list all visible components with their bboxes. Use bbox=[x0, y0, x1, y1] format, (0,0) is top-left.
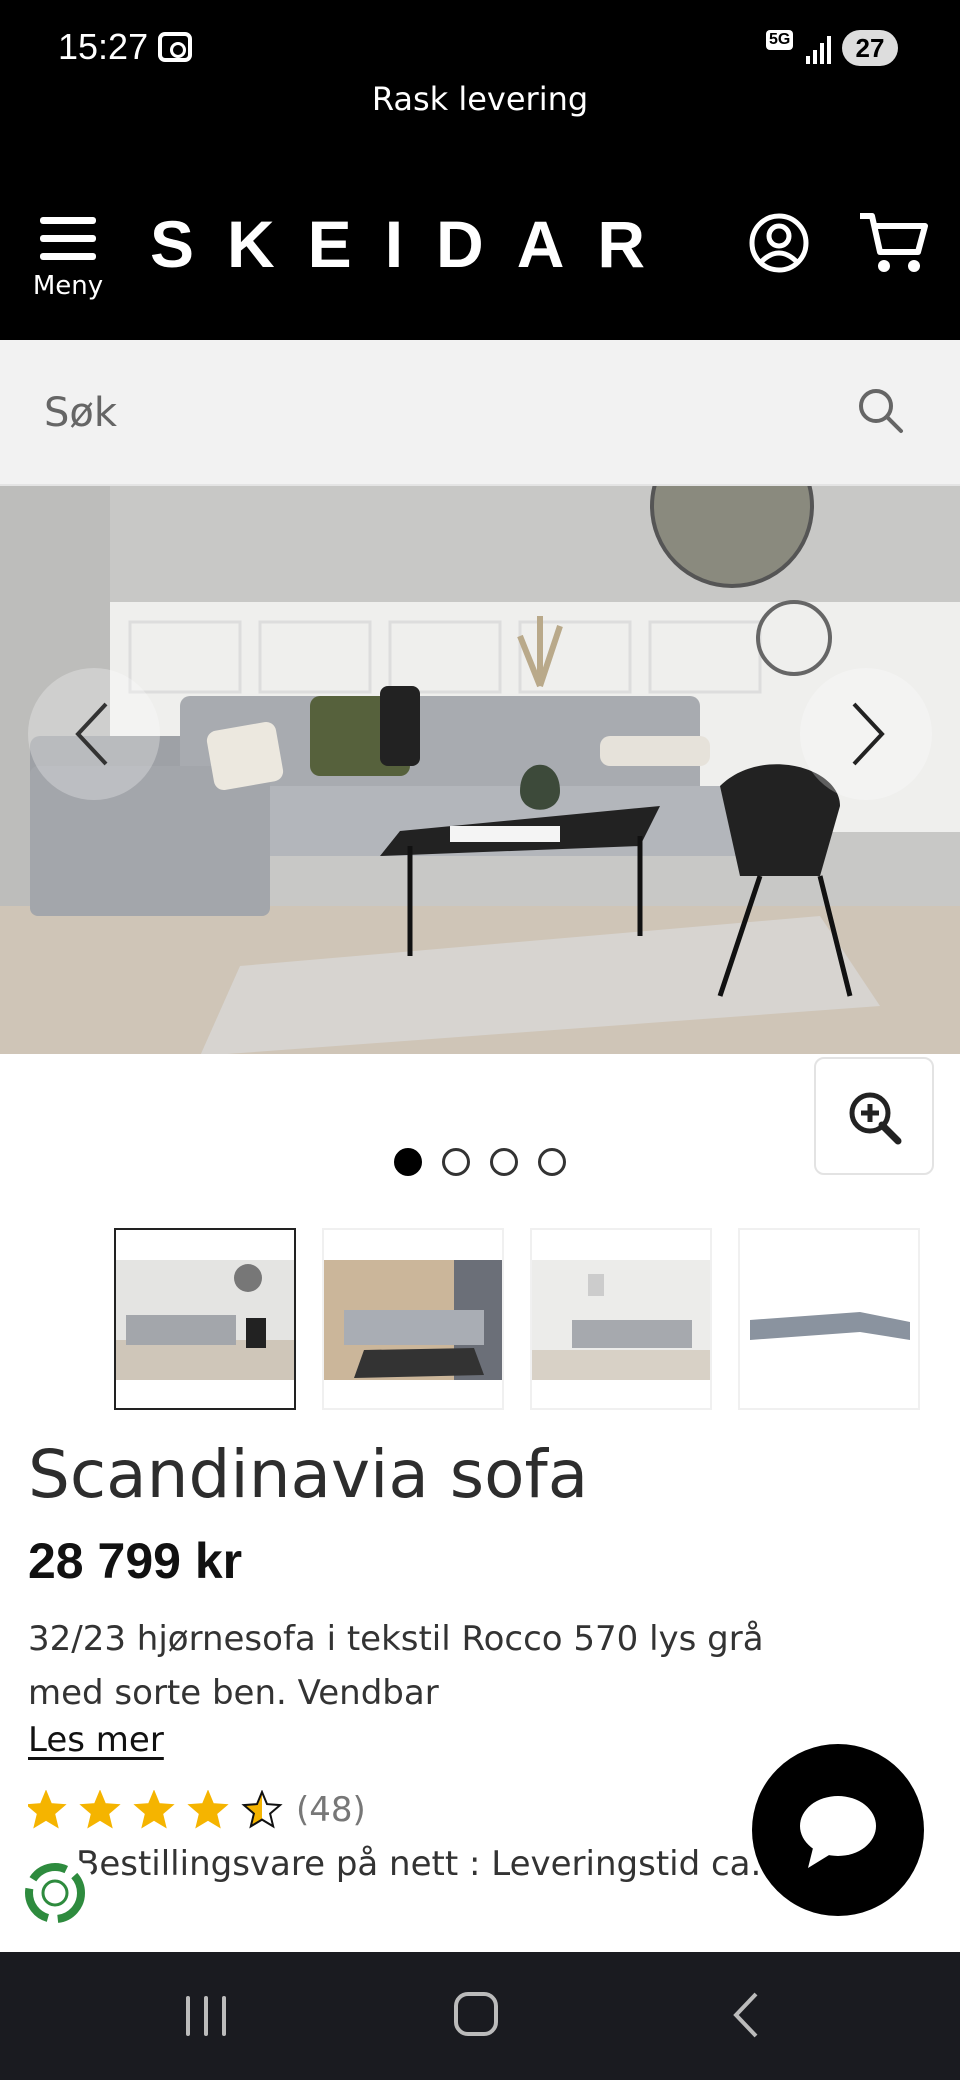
menu-label: Meny bbox=[32, 271, 104, 301]
star-icon-3 bbox=[133, 1790, 175, 1829]
zoom-in-icon bbox=[849, 1092, 902, 1145]
shopping-cart-icon[interactable] bbox=[858, 210, 928, 276]
delivery-info: Bestillingsvare på nett : Leveringstid c… bbox=[76, 1844, 776, 1884]
gallery-dot-1[interactable] bbox=[394, 1148, 422, 1176]
thumbnail-1[interactable] bbox=[114, 1228, 296, 1410]
recycle-icon[interactable] bbox=[14, 1852, 96, 1934]
network-type-icon: 5G bbox=[766, 30, 794, 50]
star-icon-2 bbox=[79, 1790, 121, 1829]
system-navigation-bar bbox=[0, 1952, 960, 2080]
screen-record-icon bbox=[158, 32, 192, 62]
recent-apps-icon[interactable] bbox=[186, 1996, 230, 2036]
thumbnail-2[interactable] bbox=[322, 1228, 504, 1410]
star-icon-4 bbox=[187, 1790, 229, 1829]
thumbnail-strip bbox=[0, 1228, 960, 1410]
gallery-dot-2[interactable] bbox=[442, 1148, 470, 1176]
chevron-right-icon bbox=[852, 702, 885, 766]
site-header: Meny SKEIDAR bbox=[0, 122, 960, 340]
back-button-icon[interactable] bbox=[730, 1990, 760, 2040]
product-price: 28 799 kr bbox=[28, 1533, 243, 1589]
promo-banner[interactable]: Rask levering bbox=[0, 76, 960, 122]
product-title: Scandinavia sofa bbox=[28, 1436, 589, 1513]
chevron-left-icon bbox=[75, 702, 108, 766]
gallery-prev-button[interactable] bbox=[28, 668, 160, 800]
star-icon-5 bbox=[241, 1790, 283, 1829]
star-icon-1 bbox=[28, 1790, 67, 1829]
user-circle-icon[interactable] bbox=[748, 212, 810, 274]
search-input[interactable] bbox=[44, 380, 824, 446]
read-more-link[interactable]: Les mer bbox=[28, 1720, 164, 1760]
status-time: 15:27 bbox=[58, 26, 149, 67]
site-logo[interactable]: SKEIDAR bbox=[150, 204, 690, 284]
menu-button[interactable]: Meny bbox=[30, 217, 106, 313]
star-rating-icons bbox=[28, 1790, 283, 1829]
chat-bubble-icon bbox=[800, 1796, 876, 1868]
chat-button[interactable] bbox=[752, 1744, 924, 1916]
gallery-next-button[interactable] bbox=[800, 668, 932, 800]
hamburger-icon-bar-1 bbox=[40, 217, 96, 224]
battery-indicator: 27 bbox=[842, 30, 898, 66]
hamburger-icon-bar-2 bbox=[40, 235, 96, 242]
thumbnail-4[interactable] bbox=[738, 1228, 920, 1410]
product-description: 32/23 hjørnesofa i tekstil Rocco 570 lys… bbox=[28, 1619, 764, 1713]
home-button-icon[interactable] bbox=[454, 1992, 498, 2036]
gallery-dot-4[interactable] bbox=[538, 1148, 566, 1176]
thumbnail-3[interactable] bbox=[530, 1228, 712, 1410]
rating-count[interactable]: (48) bbox=[296, 1790, 366, 1830]
search-bar bbox=[0, 340, 960, 486]
zoom-button[interactable] bbox=[814, 1057, 934, 1175]
magnifier-icon[interactable] bbox=[856, 386, 906, 436]
gallery-dot-3[interactable] bbox=[490, 1148, 518, 1176]
product-main-image[interactable] bbox=[0, 486, 960, 1054]
hamburger-icon-bar-3 bbox=[40, 253, 96, 260]
signal-icon bbox=[806, 34, 834, 64]
